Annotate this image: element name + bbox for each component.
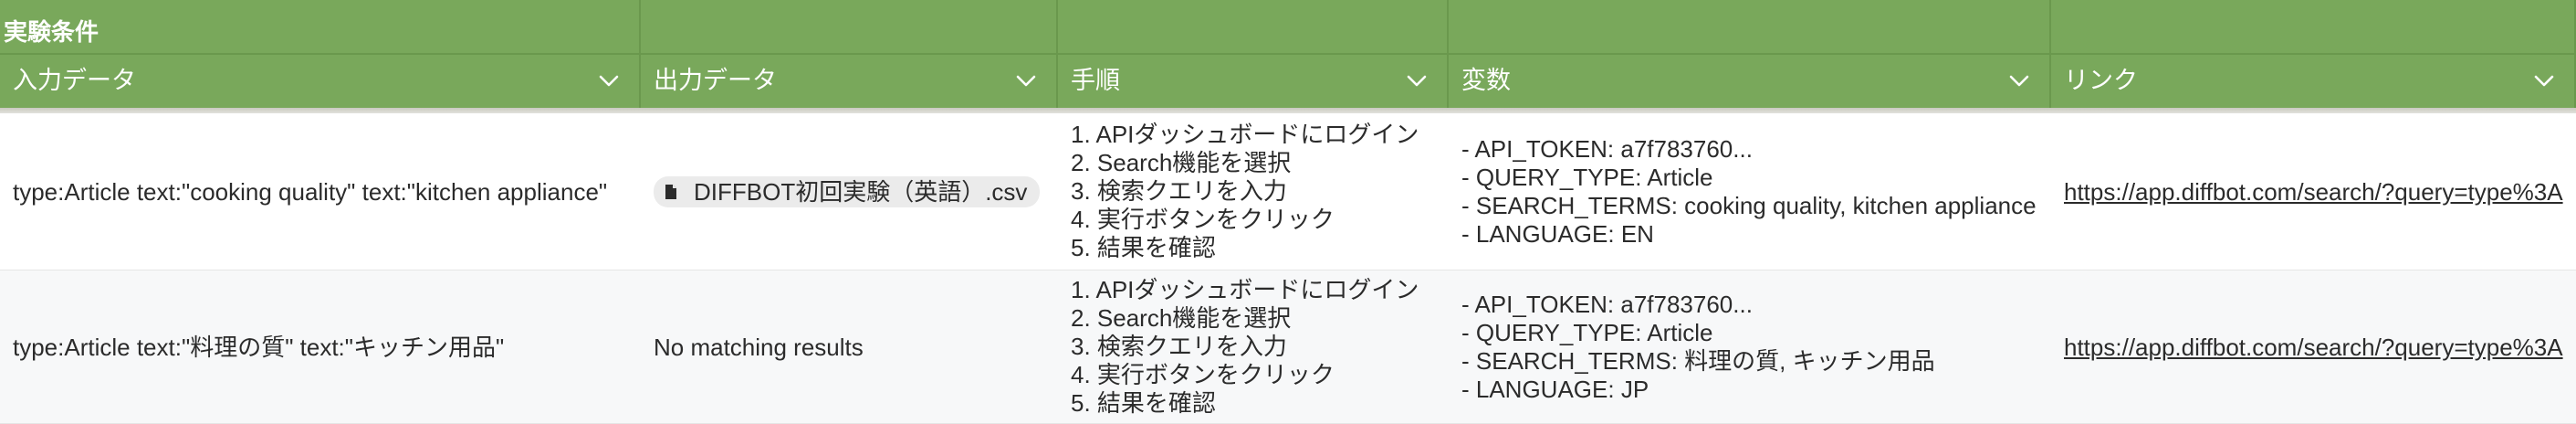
cell-input[interactable]: type:Article text:"cooking quality" text…	[0, 113, 641, 270]
step-item: 4. 実行ボタンをクリック	[1071, 206, 1335, 233]
variable-item: - QUERY_TYPE: Article	[1461, 163, 1713, 191]
step-item: 5. 結果を確認	[1071, 234, 1216, 261]
variable-item: - API_TOKEN: a7f783760...	[1461, 290, 1753, 318]
group-header-cell[interactable]	[1449, 0, 2051, 53]
column-header-label: 入力データ	[13, 67, 136, 94]
file-icon	[665, 184, 676, 199]
column-header-label: 手順	[1071, 67, 1120, 94]
column-header-label: リンク	[2064, 67, 2138, 94]
variables-list: - API_TOKEN: a7f783760... - QUERY_TYPE: …	[1461, 291, 1935, 404]
column-header-row: 入力データ 出力データ 手順 変数 リンク	[0, 53, 2576, 108]
group-header-cell[interactable]	[2051, 0, 2576, 53]
cell-output[interactable]: DIFFBOT初回実験（英語）.csv	[641, 113, 1058, 270]
variable-item: - API_TOKEN: a7f783760...	[1461, 134, 1753, 163]
search-link[interactable]: https://app.diffbot.com/search/?query=ty…	[2064, 333, 2563, 362]
search-link[interactable]: https://app.diffbot.com/search/?query=ty…	[2064, 177, 2563, 207]
column-header-variables[interactable]: 変数	[1449, 55, 2051, 108]
variables-list: - API_TOKEN: a7f783760... - QUERY_TYPE: …	[1461, 135, 2037, 249]
step-item: 1. APIダッシュボードにログイン	[1071, 121, 1419, 148]
variable-item: - LANGUAGE: JP	[1461, 375, 1649, 403]
chevron-down-icon[interactable]	[1016, 75, 1036, 88]
output-text: No matching results	[654, 333, 864, 361]
steps-list: 1. APIダッシュボードにログイン 2. Search機能を選択 3. 検索ク…	[1071, 121, 1419, 262]
cell-link[interactable]: https://app.diffbot.com/search/?query=ty…	[2051, 270, 2576, 423]
column-header-link[interactable]: リンク	[2051, 55, 2576, 108]
step-item: 3. 検索クエリを入力	[1071, 177, 1287, 205]
cell-steps[interactable]: 1. APIダッシュボードにログイン 2. Search機能を選択 3. 検索ク…	[1058, 270, 1449, 423]
column-header-label: 出力データ	[654, 67, 777, 94]
table-row[interactable]: type:Article text:"cooking quality" text…	[0, 113, 2576, 270]
cell-variables[interactable]: - API_TOKEN: a7f783760... - QUERY_TYPE: …	[1449, 113, 2051, 270]
variable-item: - QUERY_TYPE: Article	[1461, 318, 1713, 346]
cell-variables[interactable]: - API_TOKEN: a7f783760... - QUERY_TYPE: …	[1449, 270, 2051, 423]
cell-output[interactable]: No matching results	[641, 270, 1058, 423]
chevron-down-icon[interactable]	[1407, 75, 1427, 88]
cell-link[interactable]: https://app.diffbot.com/search/?query=ty…	[2051, 113, 2576, 270]
chevron-down-icon[interactable]	[2009, 75, 2029, 88]
input-text: type:Article text:"料理の質" text:"キッチン用品"	[13, 333, 505, 361]
step-item: 2. Search機能を選択	[1071, 149, 1292, 176]
group-header-cell[interactable]	[1058, 0, 1449, 53]
chevron-down-icon[interactable]	[2534, 75, 2554, 88]
cell-steps[interactable]: 1. APIダッシュボードにログイン 2. Search機能を選択 3. 検索ク…	[1058, 113, 1449, 270]
spreadsheet: 実験条件 入力データ 出力データ 手順 変数 リンク type:Article …	[0, 0, 2576, 424]
step-item: 5. 結果を確認	[1071, 389, 1216, 417]
column-header-steps[interactable]: 手順	[1058, 55, 1449, 108]
group-header-cell[interactable]: 実験条件	[0, 0, 641, 53]
file-chip[interactable]: DIFFBOT初回実験（英語）.csv	[654, 175, 1041, 207]
input-text: type:Article text:"cooking quality" text…	[13, 177, 608, 206]
table-row[interactable]: type:Article text:"料理の質" text:"キッチン用品" N…	[0, 270, 2576, 424]
variable-item: - SEARCH_TERMS: 料理の質, キッチン用品	[1461, 346, 1935, 375]
file-name: DIFFBOT初回実験（英語）.csv	[694, 177, 1028, 206]
cell-input[interactable]: type:Article text:"料理の質" text:"キッチン用品"	[0, 270, 641, 423]
variable-item: - LANGUAGE: EN	[1461, 219, 1654, 248]
column-header-label: 変数	[1461, 67, 1511, 94]
step-item: 3. 検索クエリを入力	[1071, 333, 1287, 360]
group-header-cell[interactable]	[641, 0, 1058, 53]
step-item: 2. Search機能を選択	[1071, 304, 1292, 332]
column-header-input[interactable]: 入力データ	[0, 55, 641, 108]
chevron-down-icon[interactable]	[599, 75, 619, 88]
group-header-row: 実験条件	[0, 0, 2576, 53]
column-header-output[interactable]: 出力データ	[641, 55, 1058, 108]
steps-list: 1. APIダッシュボードにログイン 2. Search機能を選択 3. 検索ク…	[1071, 276, 1419, 418]
step-item: 4. 実行ボタンをクリック	[1071, 361, 1335, 388]
variable-item: - SEARCH_TERMS: cooking quality, kitchen…	[1461, 191, 2037, 219]
step-item: 1. APIダッシュボードにログイン	[1071, 276, 1419, 303]
group-header-title: 実験条件	[4, 18, 99, 46]
